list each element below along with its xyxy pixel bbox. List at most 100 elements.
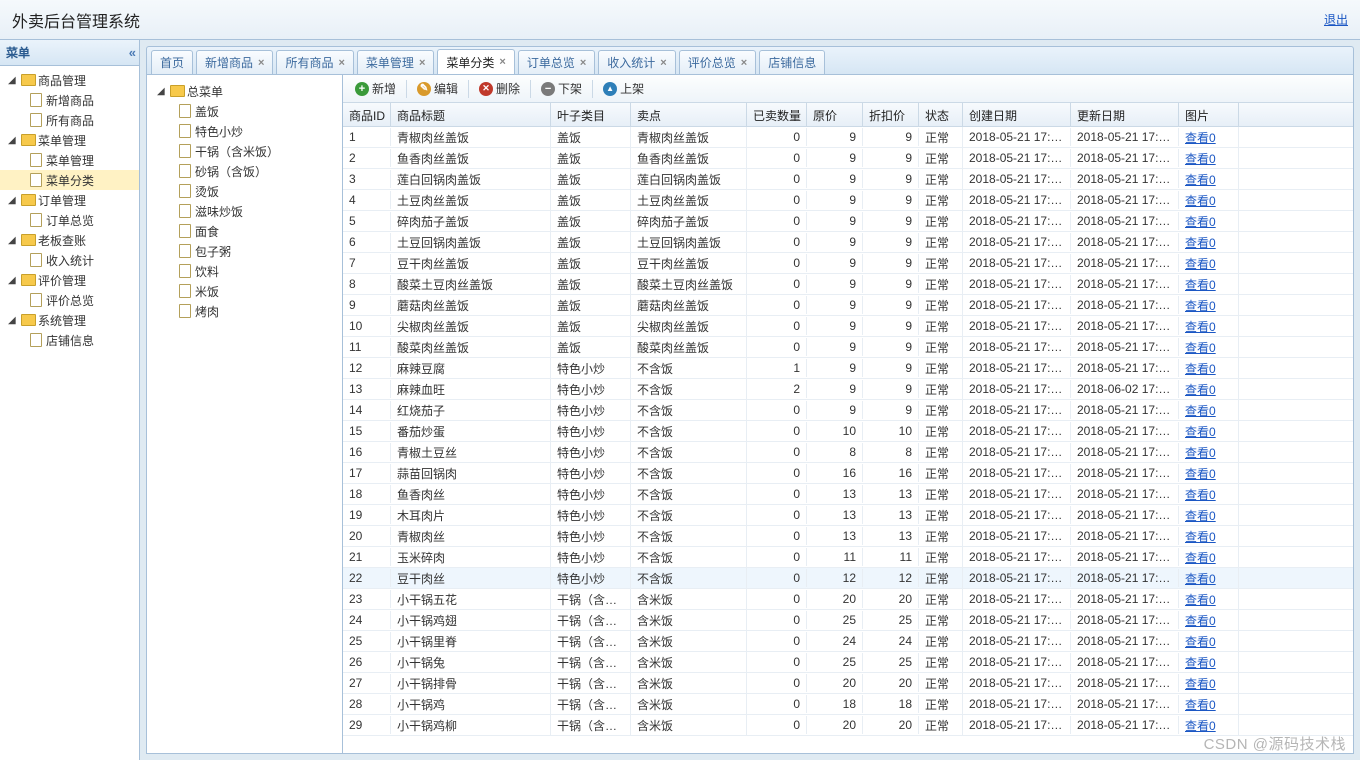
- table-row[interactable]: 9蘑菇肉丝盖饭盖饭蘑菇肉丝盖饭099正常2018-05-21 17:29:562…: [343, 295, 1353, 316]
- table-row[interactable]: 12麻辣豆腐特色小炒不含饭199正常2018-05-21 17:29:56201…: [343, 358, 1353, 379]
- nav-item[interactable]: 店铺信息: [0, 330, 139, 350]
- column-header[interactable]: 折扣价: [863, 103, 919, 126]
- table-row[interactable]: 11酸菜肉丝盖饭盖饭酸菜肉丝盖饭099正常2018-05-21 17:29:56…: [343, 337, 1353, 358]
- tab[interactable]: 评价总览×: [679, 50, 756, 74]
- table-row[interactable]: 10尖椒肉丝盖饭盖饭尖椒肉丝盖饭099正常2018-05-21 17:29:56…: [343, 316, 1353, 337]
- view-link[interactable]: 查看0: [1185, 509, 1216, 523]
- close-icon[interactable]: ×: [419, 57, 425, 69]
- column-header[interactable]: 叶子类目: [551, 103, 631, 126]
- delete-button[interactable]: 删除: [473, 78, 526, 99]
- category-item[interactable]: 盖饭: [147, 101, 342, 121]
- view-link[interactable]: 查看0: [1185, 215, 1216, 229]
- table-row[interactable]: 19木耳肉片特色小炒不含饭01313正常2018-05-21 17:29:562…: [343, 505, 1353, 526]
- table-row[interactable]: 21玉米碎肉特色小炒不含饭01111正常2018-05-21 17:29:562…: [343, 547, 1353, 568]
- table-row[interactable]: 22豆干肉丝特色小炒不含饭01212正常2018-05-21 17:29:562…: [343, 568, 1353, 589]
- column-header[interactable]: 商品标题: [391, 103, 551, 126]
- view-link[interactable]: 查看0: [1185, 593, 1216, 607]
- view-link[interactable]: 查看0: [1185, 467, 1216, 481]
- tab[interactable]: 收入统计×: [598, 50, 675, 74]
- view-link[interactable]: 查看0: [1185, 698, 1216, 712]
- category-item[interactable]: 砂锅（含饭）: [147, 161, 342, 181]
- category-root[interactable]: ◢总菜单: [147, 81, 342, 101]
- view-link[interactable]: 查看0: [1185, 614, 1216, 628]
- view-link[interactable]: 查看0: [1185, 425, 1216, 439]
- nav-group[interactable]: ◢菜单管理: [0, 130, 139, 150]
- tab[interactable]: 所有商品×: [276, 50, 353, 74]
- nav-item[interactable]: 收入统计: [0, 250, 139, 270]
- column-header[interactable]: 商品ID: [343, 103, 391, 126]
- nav-item[interactable]: 菜单分类: [0, 170, 139, 190]
- table-row[interactable]: 23小干锅五花干锅（含米饭）含米饭02020正常2018-05-21 17:29…: [343, 589, 1353, 610]
- category-item[interactable]: 烫饭: [147, 181, 342, 201]
- nav-item[interactable]: 评价总览: [0, 290, 139, 310]
- table-row[interactable]: 3莲白回锅肉盖饭盖饭莲白回锅肉盖饭099正常2018-05-21 17:29:5…: [343, 169, 1353, 190]
- category-item[interactable]: 烤肉: [147, 301, 342, 321]
- tab[interactable]: 新增商品×: [196, 50, 273, 74]
- tab[interactable]: 店铺信息: [759, 50, 825, 74]
- view-link[interactable]: 查看0: [1185, 551, 1216, 565]
- collapse-icon[interactable]: «: [129, 45, 133, 60]
- category-item[interactable]: 滋味炒饭: [147, 201, 342, 221]
- category-item[interactable]: 米饭: [147, 281, 342, 301]
- view-link[interactable]: 查看0: [1185, 362, 1216, 376]
- tab[interactable]: 订单总览×: [518, 50, 595, 74]
- close-icon[interactable]: ×: [338, 57, 344, 69]
- view-link[interactable]: 查看0: [1185, 446, 1216, 460]
- nav-item[interactable]: 新增商品: [0, 90, 139, 110]
- disable-button[interactable]: 下架: [535, 78, 588, 99]
- nav-item[interactable]: 菜单管理: [0, 150, 139, 170]
- column-header[interactable]: 更新日期: [1071, 103, 1179, 126]
- column-header[interactable]: 已卖数量: [747, 103, 807, 126]
- nav-group[interactable]: ◢商品管理: [0, 70, 139, 90]
- table-row[interactable]: 16青椒土豆丝特色小炒不含饭088正常2018-05-21 17:29:5620…: [343, 442, 1353, 463]
- nav-group[interactable]: ◢评价管理: [0, 270, 139, 290]
- table-row[interactable]: 24小干锅鸡翅干锅（含米饭）含米饭02525正常2018-05-21 17:29…: [343, 610, 1353, 631]
- table-row[interactable]: 18鱼香肉丝特色小炒不含饭01313正常2018-05-21 17:29:562…: [343, 484, 1353, 505]
- nav-item[interactable]: 所有商品: [0, 110, 139, 130]
- add-button[interactable]: +新增: [349, 78, 402, 99]
- close-icon[interactable]: ×: [580, 57, 586, 69]
- view-link[interactable]: 查看0: [1185, 257, 1216, 271]
- category-item[interactable]: 饮料: [147, 261, 342, 281]
- view-link[interactable]: 查看0: [1185, 320, 1216, 334]
- view-link[interactable]: 查看0: [1185, 719, 1216, 733]
- logout-link[interactable]: 退出: [1324, 11, 1348, 28]
- nav-group[interactable]: ◢系统管理: [0, 310, 139, 330]
- nav-item[interactable]: 订单总览: [0, 210, 139, 230]
- table-row[interactable]: 25小干锅里脊干锅（含米饭）含米饭02424正常2018-05-21 17:29…: [343, 631, 1353, 652]
- table-row[interactable]: 1青椒肉丝盖饭盖饭青椒肉丝盖饭099正常2018-05-21 17:29:562…: [343, 127, 1353, 148]
- column-header[interactable]: 原价: [807, 103, 863, 126]
- view-link[interactable]: 查看0: [1185, 299, 1216, 313]
- column-header[interactable]: 状态: [919, 103, 963, 126]
- view-link[interactable]: 查看0: [1185, 152, 1216, 166]
- table-row[interactable]: 26小干锅兔干锅（含米饭）含米饭02525正常2018-05-21 17:29:…: [343, 652, 1353, 673]
- view-link[interactable]: 查看0: [1185, 278, 1216, 292]
- view-link[interactable]: 查看0: [1185, 383, 1216, 397]
- table-row[interactable]: 13麻辣血旺特色小炒不含饭299正常2018-05-21 17:29:56201…: [343, 379, 1353, 400]
- view-link[interactable]: 查看0: [1185, 173, 1216, 187]
- close-icon[interactable]: ×: [499, 56, 505, 68]
- category-item[interactable]: 面食: [147, 221, 342, 241]
- view-link[interactable]: 查看0: [1185, 656, 1216, 670]
- view-link[interactable]: 查看0: [1185, 635, 1216, 649]
- tab[interactable]: 菜单管理×: [357, 50, 434, 74]
- view-link[interactable]: 查看0: [1185, 488, 1216, 502]
- table-row[interactable]: 17蒜苗回锅肉特色小炒不含饭01616正常2018-05-21 17:29:56…: [343, 463, 1353, 484]
- column-header[interactable]: 卖点: [631, 103, 747, 126]
- nav-group[interactable]: ◢老板查账: [0, 230, 139, 250]
- view-link[interactable]: 查看0: [1185, 236, 1216, 250]
- table-row[interactable]: 28小干锅鸡干锅（含米饭）含米饭01818正常2018-05-21 17:29:…: [343, 694, 1353, 715]
- close-icon[interactable]: ×: [660, 57, 666, 69]
- grid-body[interactable]: 1青椒肉丝盖饭盖饭青椒肉丝盖饭099正常2018-05-21 17:29:562…: [343, 127, 1353, 753]
- view-link[interactable]: 查看0: [1185, 404, 1216, 418]
- enable-button[interactable]: 上架: [597, 78, 650, 99]
- view-link[interactable]: 查看0: [1185, 131, 1216, 145]
- table-row[interactable]: 8酸菜土豆肉丝盖饭盖饭酸菜土豆肉丝盖饭099正常2018-05-21 17:29…: [343, 274, 1353, 295]
- view-link[interactable]: 查看0: [1185, 341, 1216, 355]
- table-row[interactable]: 5碎肉茄子盖饭盖饭碎肉茄子盖饭099正常2018-05-21 17:29:562…: [343, 211, 1353, 232]
- table-row[interactable]: 7豆干肉丝盖饭盖饭豆干肉丝盖饭099正常2018-05-21 17:29:562…: [343, 253, 1353, 274]
- category-item[interactable]: 特色小炒: [147, 121, 342, 141]
- table-row[interactable]: 6土豆回锅肉盖饭盖饭土豆回锅肉盖饭099正常2018-05-21 17:29:5…: [343, 232, 1353, 253]
- column-header[interactable]: 图片: [1179, 103, 1239, 126]
- table-row[interactable]: 29小干锅鸡柳干锅（含米饭）含米饭02020正常2018-05-21 17:29…: [343, 715, 1353, 736]
